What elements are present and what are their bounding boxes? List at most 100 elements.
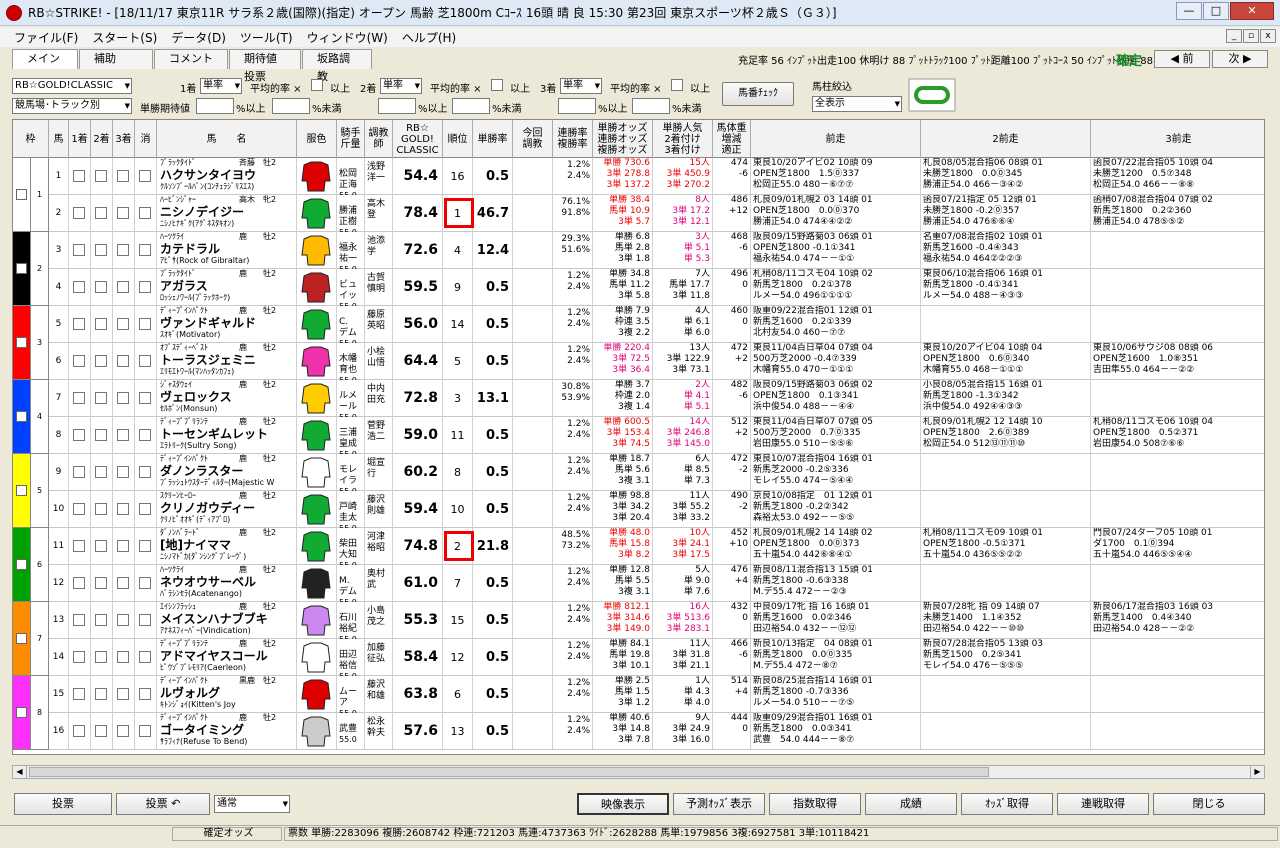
place2-min-input[interactable] <box>378 98 416 114</box>
previous-race-1[interactable]: 東良10/07混合指04 16頭 01 新馬芝2000 -0.2⑤336 モレイ… <box>751 454 921 491</box>
get-index-button[interactable]: 指数取得 <box>769 793 861 815</box>
tab-comment[interactable]: コメント <box>154 49 228 69</box>
scratch-checkbox[interactable] <box>139 244 151 256</box>
predicted-odds-button[interactable]: 予測ｵｯｽﾞ表示 <box>673 793 765 815</box>
previous-race-3[interactable] <box>1091 454 1264 491</box>
second-checkbox[interactable] <box>95 540 107 552</box>
col-silk[interactable]: 服色 <box>297 120 337 158</box>
first-checkbox[interactable] <box>73 651 85 663</box>
col-third[interactable]: 3着 <box>113 120 135 158</box>
col-body-weight[interactable]: 馬体重 増減 適正 <box>713 120 751 158</box>
previous-race-3[interactable] <box>1091 639 1264 676</box>
first-checkbox[interactable] <box>73 429 85 441</box>
second-checkbox[interactable] <box>95 651 107 663</box>
waku-checkbox[interactable] <box>16 485 27 496</box>
previous-race-1[interactable]: 札稍08/11コスモ04 10頭 02 新馬芝1800 0.2①378 ルメー5… <box>751 269 921 306</box>
previous-race-3[interactable]: 東良10/06サウジ08 08頭 06 OPEN芝1600 1.0⑧351 吉田… <box>1091 343 1264 380</box>
minimize-button[interactable]: — <box>1176 2 1202 20</box>
first-checkbox[interactable] <box>73 392 85 404</box>
previous-race-2[interactable] <box>921 713 1091 750</box>
col-prev2[interactable]: 2前走 <box>921 120 1091 158</box>
avg-check-3[interactable] <box>671 79 683 91</box>
horse-row[interactable]: 10 ｽｸﾘｰﾝﾋｰﾛｰ 鹿 牡2 クリノガウディー ｸﾘﾉﾋﾟｵｵｷﾞ(ﾃﾞｨ… <box>49 491 1264 528</box>
col-name[interactable]: 馬 名 <box>157 120 297 158</box>
previous-race-3[interactable] <box>1091 306 1264 343</box>
previous-race-3[interactable] <box>1091 380 1264 417</box>
third-checkbox[interactable] <box>117 318 129 330</box>
previous-race-2[interactable] <box>921 491 1091 528</box>
previous-race-3[interactable]: 札稍08/11コスモ06 10頭 04 OPEN芝1800 0.5②371 岩田… <box>1091 417 1264 454</box>
previous-race-3[interactable] <box>1091 491 1264 528</box>
get-odds-button[interactable]: ｵｯｽﾞ取得 <box>961 793 1053 815</box>
col-trainer[interactable]: 調教 師 <box>365 120 393 158</box>
col-jockey[interactable]: 騎手 斤量 <box>337 120 365 158</box>
tab-ev-vote[interactable]: 期待値投票 <box>229 49 301 83</box>
previous-race-1[interactable]: 札良09/01札幌2 03 14頭 01 OPEN芝1800 0.0⓪370 勝… <box>751 195 921 232</box>
second-checkbox[interactable] <box>95 577 107 589</box>
first-checkbox[interactable] <box>73 170 85 182</box>
second-checkbox[interactable] <box>95 281 107 293</box>
scratch-checkbox[interactable] <box>139 725 151 737</box>
col-comment[interactable]: 今回 調教 <box>513 120 553 158</box>
third-checkbox[interactable] <box>117 651 129 663</box>
next-race-button[interactable]: 次 ▶ <box>1212 50 1268 68</box>
horse-name-cell[interactable]: ﾃﾞｨｰﾌﾟﾌﾞﾘﾗﾝﾃ 鹿 牡2 アドマイヤスコール ﾋﾟｳｿﾞﾌﾟﾚﾓﾘｱ(… <box>157 639 297 676</box>
third-checkbox[interactable] <box>117 503 129 515</box>
col-index[interactable]: RB☆ GOLD! CLASSIC <box>393 120 443 158</box>
col-rank[interactable]: 順位 <box>443 120 473 158</box>
scroll-thumb[interactable] <box>29 767 989 777</box>
col-odds[interactable]: 単勝オッズ 連勝オッズ 複勝オッズ <box>593 120 653 158</box>
tab-slope-training[interactable]: 坂路調教 <box>302 49 372 83</box>
scratch-checkbox[interactable] <box>139 577 151 589</box>
horse-row[interactable]: 9 ﾃﾞｨｰﾌﾟｲﾝﾊﾟｸﾄ 鹿 牡2 ダノンラスター ﾌﾞﾗｯｼｭﾄｳｽﾀｰﾃ… <box>49 454 1264 491</box>
previous-race-2[interactable] <box>921 676 1091 713</box>
mdi-minimize-button[interactable]: _ <box>1226 29 1242 43</box>
first-checkbox[interactable] <box>73 725 85 737</box>
scratch-checkbox[interactable] <box>139 466 151 478</box>
waku-checkbox[interactable] <box>16 559 27 570</box>
horse-row[interactable]: 5 ﾃﾞｨｰﾌﾟｲﾝﾊﾟｸﾄ 鹿 牡2 ヴァンドギャルド ｽｵｷﾞ(Motiva… <box>49 306 1264 343</box>
menu-start[interactable]: スタート(S) <box>92 29 157 46</box>
first-checkbox[interactable] <box>73 244 85 256</box>
place3-min-input[interactable] <box>558 98 596 114</box>
horse-name-cell[interactable]: ﾌﾞﾗｯｸﾀｲﾄﾞ 鹿 牡2 アガラス ﾛｯｼｪﾉﾜｰﾙ(ﾌﾞﾗｯｸﾎｰｸ) <box>157 269 297 306</box>
previous-race-2[interactable]: 札良08/05混合指06 08頭 01 未勝芝1800 0.0⓪345 勝浦正5… <box>921 158 1091 195</box>
horse-row[interactable]: 4 ﾌﾞﾗｯｸﾀｲﾄﾞ 鹿 牡2 アガラス ﾛｯｼｪﾉﾜｰﾙ(ﾌﾞﾗｯｸﾎｰｸ)… <box>49 269 1264 306</box>
umaban-check-button[interactable]: 馬番ﾁｪｯｸ <box>722 82 794 106</box>
tab-main[interactable]: メイン <box>12 49 78 69</box>
previous-race-1[interactable]: 中良09/17牝 指 16 16頭 01 新馬芝1600 0.0②346 田辺裕… <box>751 602 921 639</box>
previous-race-2[interactable]: 札稍08/11コスモ09 10頭 01 OPEN芝1800 -0.5①371 五… <box>921 528 1091 565</box>
scratch-checkbox[interactable] <box>139 392 151 404</box>
place3-max-input[interactable] <box>632 98 670 114</box>
menu-help[interactable]: ヘルプ(H) <box>402 29 456 46</box>
scratch-checkbox[interactable] <box>139 355 151 367</box>
scratch-checkbox[interactable] <box>139 170 151 182</box>
previous-race-2[interactable] <box>921 306 1091 343</box>
mode-select[interactable]: 通常 <box>214 795 290 813</box>
menu-tool[interactable]: ツール(T) <box>240 29 293 46</box>
second-checkbox[interactable] <box>95 392 107 404</box>
first-checkbox[interactable] <box>73 466 85 478</box>
first-checkbox[interactable] <box>73 318 85 330</box>
col-prev3[interactable]: 3前走 <box>1091 120 1264 158</box>
col-popularity[interactable]: 単勝人気 2着付け 3着付け <box>653 120 713 158</box>
third-checkbox[interactable] <box>117 614 129 626</box>
place2-max-input[interactable] <box>452 98 490 114</box>
horse-name-cell[interactable]: ﾃﾞｨｰﾌﾟｲﾝﾊﾟｸﾄ 鹿 牡2 ダノンラスター ﾌﾞﾗｯｼｭﾄｳｽﾀｰﾃﾞｨ… <box>157 454 297 491</box>
waku-checkbox[interactable] <box>16 263 27 274</box>
get-series-button[interactable]: 連戦取得 <box>1057 793 1149 815</box>
horse-name-cell[interactable]: ﾃﾞｨｰﾌﾟｲﾝﾊﾟｸﾄ 黒鹿 牡2 ルヴォルグ ｷﾄﾝｼﾞｮｲ(Kitten'… <box>157 676 297 713</box>
results-button[interactable]: 成績 <box>865 793 957 815</box>
previous-race-2[interactable] <box>921 454 1091 491</box>
horse-row[interactable]: 2 ﾊｰﾋﾞﾝｼﾞｬｰ 高木 牝2 ニシノデイジー ﾆｼﾉﾋﾅｷﾞｸ(ｱｸﾞﾈｽ… <box>49 195 1264 232</box>
scratch-checkbox[interactable] <box>139 614 151 626</box>
mdi-restore-button[interactable]: ▫ <box>1243 29 1259 43</box>
tab-support[interactable]: 補助 <box>79 49 153 69</box>
horse-row[interactable]: 3 ﾊｰﾂｸﾗｲ 鹿 牡2 カテドラル ｱﾋﾟｻ(Rock of Gibralt… <box>49 232 1264 269</box>
scroll-right-icon[interactable]: ▶ <box>1250 766 1264 778</box>
previous-race-1[interactable]: 東良10/20アイビ02 10頭 09 OPEN芝1800 1.5⓪337 松岡… <box>751 158 921 195</box>
third-checkbox[interactable] <box>117 688 129 700</box>
col-first[interactable]: 1着 <box>69 120 91 158</box>
col-second[interactable]: 2着 <box>91 120 113 158</box>
previous-race-3[interactable] <box>1091 676 1264 713</box>
